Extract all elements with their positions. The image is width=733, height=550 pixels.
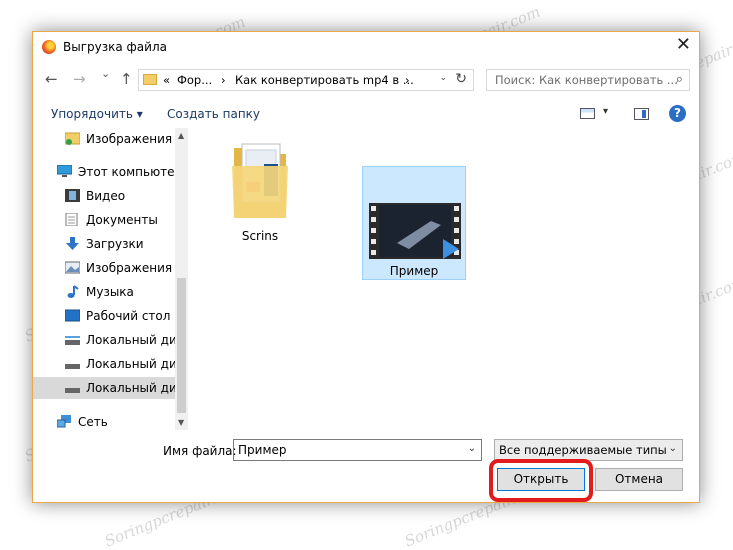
sidebar-item-label: Видео [86, 189, 126, 203]
sidebar-item-label: Документы [86, 213, 158, 227]
drive-icon [65, 388, 80, 393]
sidebar-item-label: Локальный дис [86, 357, 175, 371]
sidebar-item-label: Этот компьютер [78, 165, 175, 179]
sidebar-item-label: Локальный дис [86, 381, 175, 395]
sidebar-item-music[interactable]: Музыка [33, 281, 175, 303]
breadcrumb-item[interactable]: Фор... [177, 73, 212, 87]
open-button-highlight [489, 459, 593, 502]
filetype-select[interactable]: Все поддерживаемые типы ⌄ [494, 439, 683, 461]
file-name: Пример [389, 264, 439, 278]
music-icon [67, 285, 79, 298]
recent-locations-chevron-icon[interactable]: ⌄ [101, 67, 110, 80]
filename-dropdown-chevron-icon[interactable]: ⌄ [468, 443, 476, 454]
filetype-dropdown-chevron-icon[interactable]: ⌄ [669, 443, 677, 454]
drive-icon [65, 364, 80, 369]
sidebar-item-local-disk-1[interactable]: Локальный дис [33, 329, 175, 351]
video-icon [65, 189, 80, 202]
window-title: Выгрузка файла [63, 40, 167, 54]
view-dropdown-chevron-icon[interactable]: ▾ [603, 106, 608, 117]
search-icon[interactable]: ⌕ [676, 72, 683, 87]
forward-arrow-icon[interactable]: → [73, 70, 86, 88]
sidebar-item-local-disk-3[interactable]: Локальный дис [33, 377, 175, 399]
sidebar-item-local-disk-2[interactable]: Локальный дис [33, 353, 175, 375]
file-item-folder[interactable]: Scrins [208, 132, 312, 246]
sidebar-item-label: Музыка [86, 285, 134, 299]
sidebar-item-network[interactable]: Сеть [33, 411, 175, 430]
breadcrumb-separator: › [405, 73, 410, 87]
video-thumbnail-icon [369, 203, 461, 259]
folder-icon [232, 143, 288, 218]
pictures-icon [65, 261, 80, 274]
desktop-icon [65, 309, 80, 322]
scroll-up-icon[interactable]: ▲ [178, 131, 184, 140]
file-name: Scrins [241, 229, 279, 243]
sidebar-item-label: Изображения [86, 261, 173, 275]
search-box[interactable]: Поиск: Как конвертировать ... ⌕ [486, 69, 690, 91]
sidebar-item-pictures[interactable]: Изображения [33, 128, 175, 150]
filename-field[interactable]: Пример [238, 443, 287, 457]
help-icon[interactable]: ? [669, 105, 686, 122]
filename-label: Имя файла: [163, 444, 237, 458]
organize-menu[interactable]: Упорядочить ▾ [51, 107, 143, 121]
navigation-bar: ← → ⌄ ↑ « Фор... › Как конвертировать mp… [33, 65, 699, 95]
sidebar-item-this-pc[interactable]: Этот компьютер [33, 161, 175, 183]
close-icon[interactable]: ✕ [676, 36, 691, 54]
firefox-icon [42, 40, 56, 54]
breadcrumb-item[interactable]: Как конвертировать mp4 в ... [235, 73, 414, 87]
pictures-icon [65, 132, 80, 145]
folder-icon [143, 74, 157, 85]
sidebar-item-label: Рабочий стол [86, 309, 171, 323]
scrollbar-thumb[interactable] [177, 278, 186, 413]
sidebar-scrollbar[interactable]: ▲ ▼ [175, 128, 188, 430]
up-arrow-icon[interactable]: ↑ [120, 70, 133, 88]
sidebar-item-documents[interactable]: Документы [33, 209, 175, 231]
back-arrow-icon[interactable]: ← [45, 70, 58, 88]
filetype-value: Все поддерживаемые типы [499, 443, 667, 457]
documents-icon [65, 213, 78, 226]
network-icon [57, 415, 71, 428]
refresh-icon[interactable]: ↻ [455, 71, 467, 87]
sidebar-item-pictures-2[interactable]: Изображения [33, 257, 175, 279]
sidebar-item-label: Загрузки [86, 237, 144, 251]
sidebar-item-label: Сеть [78, 415, 108, 429]
filename-combobox[interactable]: Пример ⌄ [233, 439, 482, 461]
sidebar-item-downloads[interactable]: Загрузки [33, 233, 175, 255]
preview-pane-icon[interactable] [634, 108, 649, 120]
navigation-pane: Изображения Этот компьютер Видео Докумен… [33, 128, 189, 430]
command-toolbar: Упорядочить ▾ Создать папку ▾ ? [33, 100, 699, 128]
breadcrumb-overflow[interactable]: « [163, 73, 170, 87]
view-options-icon[interactable] [580, 108, 595, 119]
sidebar-item-label: Локальный дис [86, 333, 175, 347]
cancel-button[interactable]: Отмена [595, 468, 683, 491]
file-upload-dialog: Выгрузка файла ✕ ← → ⌄ ↑ « Фор... › Как … [32, 31, 700, 503]
new-folder-button[interactable]: Создать папку [167, 107, 260, 121]
breadcrumb-separator: › [221, 73, 226, 87]
downloads-icon [66, 237, 79, 250]
file-item-video[interactable]: Пример [362, 166, 466, 280]
sidebar-item-desktop[interactable]: Рабочий стол [33, 305, 175, 327]
sidebar-item-video[interactable]: Видео [33, 185, 175, 207]
sidebar-item-label: Изображения [86, 132, 173, 146]
title-bar: Выгрузка файла ✕ [33, 32, 699, 62]
drive-icon [65, 336, 80, 345]
scroll-down-icon[interactable]: ▼ [178, 418, 184, 427]
file-view: Scrins Пример [190, 128, 700, 430]
search-input[interactable]: Поиск: Как конвертировать ... [495, 73, 678, 87]
address-dropdown-chevron-icon[interactable]: ⌄ [439, 73, 447, 83]
address-bar[interactable]: « Фор... › Как конвертировать mp4 в ... … [138, 69, 474, 91]
computer-icon [57, 165, 72, 177]
